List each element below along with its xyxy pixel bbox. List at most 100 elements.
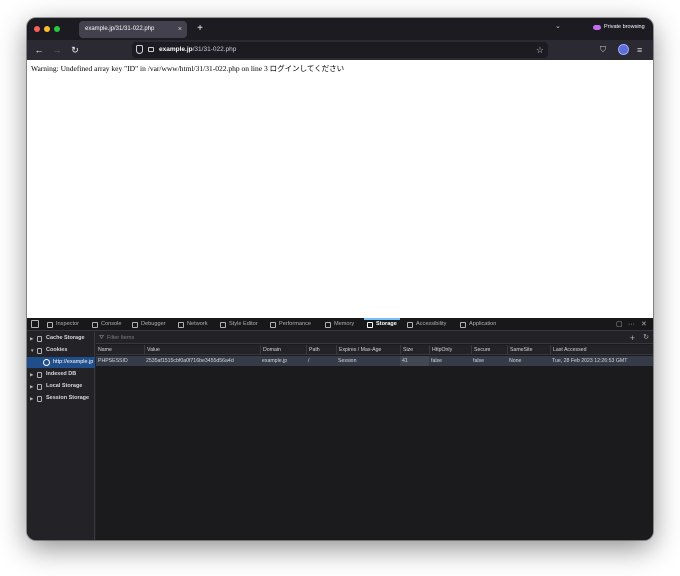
storage-sidebar: ▶ Cache Storage ▼ Cookies http://example.j… [27, 332, 95, 540]
devtools-panel: Inspector Console Debugger Network Style… [27, 318, 653, 540]
sidebar-item-indexed-db[interactable]: ▶ Indexed DB [27, 369, 95, 380]
bookmark-star-icon[interactable]: ☆ [536, 42, 544, 58]
column-header-httponly[interactable]: HttpOnly [429, 345, 452, 355]
tab-close-icon[interactable]: × [178, 21, 182, 38]
column-header-samesite[interactable]: SameSite [507, 345, 533, 355]
new-tab-button[interactable]: + [194, 21, 206, 37]
inspector-icon [47, 321, 53, 328]
sidebar-item-label: Indexed DB [46, 371, 77, 377]
collapse-arrow-icon[interactable]: ▼ [30, 345, 34, 356]
expand-arrow-icon[interactable]: ▶ [30, 333, 33, 344]
tab-network[interactable]: Network [178, 318, 208, 331]
tab-label: Performance [279, 321, 312, 327]
cell-last-accessed[interactable]: Tue, 28 Feb 2023 12:26:53 GMT [550, 356, 653, 366]
column-header-value[interactable]: Value [144, 345, 160, 355]
tab-console[interactable]: Console [92, 318, 122, 331]
account-avatar[interactable] [618, 44, 629, 55]
cache-storage-icon [37, 336, 42, 342]
cell-samesite[interactable]: None [507, 356, 550, 366]
cell-name[interactable]: PHPSESSID [96, 356, 144, 366]
tab-debugger[interactable]: Debugger [132, 318, 166, 331]
column-header-path[interactable]: Path [306, 345, 320, 355]
tab-label: Storage [376, 321, 397, 327]
network-icon [178, 321, 184, 328]
style-editor-icon [220, 321, 226, 328]
dock-toggle-icon[interactable]: ▢ [616, 318, 623, 331]
expand-arrow-icon[interactable]: ▶ [30, 369, 33, 380]
tab-accessibility[interactable]: Accessibility [407, 318, 446, 331]
back-button[interactable]: ← [33, 43, 45, 57]
reload-button[interactable]: ↻ [69, 43, 81, 57]
tab-storage[interactable]: Storage [364, 318, 400, 331]
tab-list-chevron-icon[interactable]: ⌄ [555, 22, 561, 30]
devtools-close-icon[interactable]: ✕ [641, 318, 647, 331]
tab-label: Application [469, 321, 497, 327]
tab-label: Memory [334, 321, 355, 327]
tab-label: Console [101, 321, 122, 327]
column-header-expires[interactable]: Expires / Max-Age [336, 345, 381, 355]
expand-arrow-icon[interactable]: ▶ [30, 393, 33, 404]
cell-secure[interactable]: false [471, 356, 507, 366]
tab-label: Style Editor [229, 321, 258, 327]
private-browsing-label: Private browsing [604, 24, 645, 30]
element-picker-icon[interactable] [31, 320, 39, 328]
window-maximize-button[interactable] [54, 26, 60, 32]
php-warning-text: Warning: Undefined array key "ID" in /va… [31, 64, 345, 73]
add-item-button[interactable]: + [630, 332, 635, 344]
column-header-secure[interactable]: Secure [471, 345, 490, 355]
sidebar-item-cookies[interactable]: ▼ Cookies [27, 345, 95, 356]
column-header-size[interactable]: Size [400, 345, 413, 355]
sidebar-item-cookie-host[interactable]: http://example.jp [27, 357, 95, 368]
url-text[interactable]: example.jp/31/31-022.php [159, 42, 236, 58]
table-row[interactable]: PHPSESSID 2535af1515cbf0a0f716be3455d56a… [96, 356, 653, 366]
indexed-db-icon [37, 372, 42, 378]
sidebar-item-label: Session Storage [46, 395, 90, 401]
sidebar-item-cache-storage[interactable]: ▶ Cache Storage [27, 333, 95, 344]
session-storage-icon [37, 396, 42, 402]
column-header-name[interactable]: Name [96, 345, 112, 355]
tab-memory[interactable]: Memory [325, 318, 354, 331]
lock-icon[interactable] [148, 47, 154, 52]
tab-label: Network [187, 321, 208, 327]
url-bar[interactable]: example.jp/31/31-022.php ☆ [132, 42, 548, 58]
window-minimize-button[interactable] [44, 26, 50, 32]
tab-application[interactable]: Application [460, 318, 496, 331]
table-header: Name Value Domain Path Expires / Max-Age… [96, 345, 653, 355]
tracking-protection-shield-icon[interactable] [136, 45, 143, 54]
expand-arrow-icon[interactable]: ▶ [30, 381, 33, 392]
browser-tab[interactable]: example.jp/31/31-022.php × [79, 21, 187, 38]
filter-icon: ⛛ [99, 335, 105, 341]
cell-httponly[interactable]: false [429, 356, 471, 366]
hamburger-menu-icon[interactable]: ≡ [637, 43, 642, 57]
filter-items-input[interactable]: Filter Items [107, 332, 134, 344]
cell-domain[interactable]: example.jp [260, 356, 306, 366]
browser-window: example.jp/31/31-022.php × + ⌄ Private b… [27, 18, 653, 540]
globe-icon [43, 359, 50, 366]
pocket-icon[interactable]: ⛉ [600, 43, 606, 57]
storage-table-panel: ⛛ Filter Items + ↻ Name Value Domain Pat… [96, 332, 653, 540]
sidebar-item-session-storage[interactable]: ▶ Session Storage [27, 393, 95, 404]
accessibility-icon [407, 321, 413, 328]
sidebar-item-label: Local Storage [46, 383, 83, 389]
tab-performance[interactable]: Performance [270, 318, 311, 331]
private-browsing-indicator: Private browsing [593, 24, 645, 30]
tab-style-editor[interactable]: Style Editor [220, 318, 258, 331]
local-storage-icon [37, 384, 42, 390]
forward-button[interactable]: → [51, 43, 63, 57]
refresh-items-button[interactable]: ↻ [643, 332, 649, 344]
cell-value[interactable]: 2535af1515cbf0a0f716be3455d56a4d [144, 356, 260, 366]
tab-label: Debugger [141, 321, 166, 327]
sidebar-item-local-storage[interactable]: ▶ Local Storage [27, 381, 95, 392]
cell-size[interactable]: 41 [400, 356, 429, 366]
performance-icon [270, 321, 276, 328]
tab-inspector[interactable]: Inspector [47, 318, 79, 331]
private-mask-icon [593, 24, 601, 30]
cookies-icon [37, 348, 42, 354]
column-header-domain[interactable]: Domain [260, 345, 281, 355]
window-close-button[interactable] [34, 26, 40, 32]
column-header-last-accessed[interactable]: Last Accessed [550, 345, 586, 355]
tab-title: example.jp/31/31-022.php [85, 26, 155, 32]
more-options-icon[interactable]: ··· [628, 318, 635, 331]
cell-expires[interactable]: Session [336, 356, 400, 366]
cell-path[interactable]: / [306, 356, 336, 366]
